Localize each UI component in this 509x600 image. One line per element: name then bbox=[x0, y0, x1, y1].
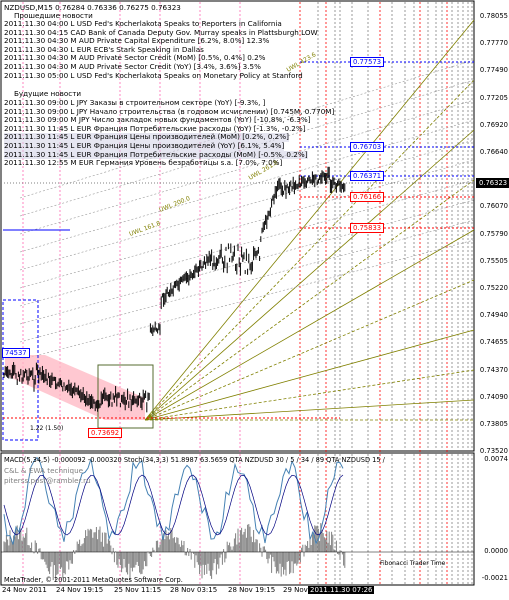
metatrader-chart-window[interactable]: UWL 423.6 UWL 261.8 UWL 200.0 UWL 161.8 … bbox=[0, 0, 509, 600]
price-tick: 0.77205 bbox=[479, 93, 508, 102]
price-tick: 0.73520 bbox=[479, 447, 508, 456]
fan-line bbox=[144, 279, 475, 421]
indicator-axis-zero: 0.0000 bbox=[484, 547, 508, 555]
price-tick: 0.73805 bbox=[479, 420, 508, 428]
price-tick: 0.76920 bbox=[479, 120, 508, 129]
level-tag: 0.76371 bbox=[350, 171, 385, 181]
fib-label: UWL 161.8 bbox=[128, 220, 161, 238]
time-cursor-label: 2011.11.30 07:26 bbox=[308, 586, 375, 594]
price-tick: 0.75505 bbox=[479, 256, 508, 265]
fan-line bbox=[144, 369, 475, 421]
news-item: 2011.11.30 12:55 M EUR Германия Уровень … bbox=[4, 158, 283, 168]
level-tag: 0.76166 bbox=[350, 192, 385, 202]
current-price-tag: 0.76323 bbox=[476, 178, 509, 188]
time-label: 28 Nov 03:15 bbox=[170, 586, 218, 594]
time-label: 24 Nov 2011 bbox=[2, 586, 47, 594]
level-tag: 0.77573 bbox=[350, 57, 385, 67]
price-tick: 0.74655 bbox=[479, 338, 508, 347]
time-label: 24 Nov 19:15 bbox=[56, 586, 104, 594]
fan-line bbox=[144, 329, 475, 421]
fan-line bbox=[19, 239, 475, 361]
price-tick: 0.77490 bbox=[479, 66, 508, 75]
fan-line bbox=[144, 179, 475, 421]
price-tick: 0.76070 bbox=[479, 202, 508, 211]
price-tick: 0.77770 bbox=[479, 39, 508, 48]
fan-line bbox=[144, 229, 475, 421]
indicator-sub2: piterss.post@rambler.ru bbox=[4, 476, 91, 485]
fan-line bbox=[19, 159, 475, 289]
price-tick: 0.74370 bbox=[479, 365, 508, 374]
ratio-label: 1.22 (1.50) bbox=[30, 425, 63, 432]
news-item: 2011.11.30 05:00 L USD Fed's Kocherlakot… bbox=[4, 70, 303, 80]
fib-label: UWL 200.0 bbox=[158, 195, 191, 214]
vertical-time-lines bbox=[22, 2, 473, 585]
price-tick: 0.75220 bbox=[479, 284, 508, 292]
indicator-sub1: C&L & EWA technique bbox=[4, 466, 84, 475]
fan-line bbox=[19, 199, 475, 325]
time-label: 25 Nov 11:15 bbox=[114, 586, 162, 594]
indicator-axis-bottom: -0.0021 bbox=[481, 574, 508, 582]
fan-line bbox=[144, 399, 475, 421]
fan-line bbox=[19, 219, 475, 343]
fan-line bbox=[19, 179, 475, 307]
copyright: MetaTrader, © 2001-2011 MetaQuotes Softw… bbox=[4, 576, 183, 584]
level-tag: 0.76703 bbox=[350, 142, 385, 152]
level-tag: 0.75833 bbox=[350, 223, 385, 233]
price-tick: 0.76640 bbox=[479, 148, 508, 156]
indicator-header: MACD(5,34,5) -0.000092 -0.000320 Stoch(3… bbox=[4, 456, 385, 464]
price-tick: 0.78055 bbox=[479, 12, 508, 20]
time-label: 28 Nov 19:15 bbox=[228, 586, 276, 594]
price-tick: 0.75790 bbox=[479, 229, 508, 238]
fib-time-label: Fibonacci Trader Time bbox=[380, 560, 446, 567]
price-tick: 0.74090 bbox=[479, 392, 508, 401]
box-price-tag: 74537 bbox=[2, 348, 30, 358]
indicator-axis-top: 0.0074 bbox=[484, 455, 508, 463]
low-price-tag: 0.73692 bbox=[88, 428, 123, 438]
price-tick: 0.74940 bbox=[479, 311, 508, 320]
